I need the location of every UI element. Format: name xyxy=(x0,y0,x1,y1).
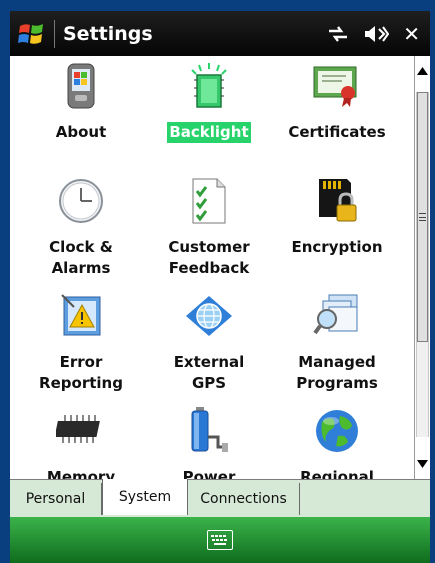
settings-item-label: Power xyxy=(182,468,236,479)
settings-item-label: Certificates xyxy=(288,123,386,141)
settings-item-external-gps[interactable]: External GPS xyxy=(146,288,272,403)
settings-item-label: External GPS xyxy=(173,353,245,392)
settings-item-error-reporting[interactable]: Error Reporting xyxy=(18,288,144,403)
volume-icon[interactable] xyxy=(363,19,390,49)
grip-icon xyxy=(419,213,426,221)
globe-icon xyxy=(311,405,363,457)
warning-icon xyxy=(55,290,107,342)
clock-icon xyxy=(55,175,107,227)
title-bar: Settings ✕ xyxy=(10,11,430,56)
tab-system[interactable]: System xyxy=(102,479,188,515)
settings-item-clock-alarms[interactable]: Clock & Alarms xyxy=(18,173,144,288)
settings-item-label: About xyxy=(55,123,107,141)
backlight-chip-icon xyxy=(183,60,235,112)
scrollbar-thumb[interactable] xyxy=(417,92,428,342)
managed-programs-icon xyxy=(311,290,363,342)
certificate-icon xyxy=(311,60,363,112)
settings-item-label: Clock & Alarms xyxy=(49,238,113,277)
sd-card-lock-icon xyxy=(311,175,363,227)
gps-globe-icon xyxy=(183,290,235,342)
settings-item-certificates[interactable]: Certificates xyxy=(274,58,400,173)
settings-item-regional-settings[interactable]: Regional Settings xyxy=(274,403,400,479)
settings-item-label: Managed Programs xyxy=(296,353,378,392)
tab-strip: Personal System Connections xyxy=(10,479,430,517)
settings-item-power[interactable]: Power xyxy=(146,403,272,479)
settings-item-label: Memory xyxy=(46,468,116,479)
tab-personal[interactable]: Personal xyxy=(10,483,102,515)
keyboard-icon[interactable] xyxy=(207,530,233,550)
settings-item-about[interactable]: About xyxy=(18,58,144,173)
scroll-up-arrow-icon[interactable] xyxy=(415,60,430,82)
close-icon[interactable]: ✕ xyxy=(403,19,420,49)
settings-item-encryption[interactable]: Encryption xyxy=(274,173,400,288)
tab-connections[interactable]: Connections xyxy=(188,483,300,515)
settings-item-managed-programs[interactable]: Managed Programs xyxy=(274,288,400,403)
scrollbar-track[interactable] xyxy=(416,92,429,437)
settings-item-customer-feedback[interactable]: Customer Feedback xyxy=(146,173,272,288)
title-separator xyxy=(54,19,55,48)
pda-icon xyxy=(55,60,107,112)
settings-grid: About Backlight Certificates Clock & Ala… xyxy=(10,56,414,479)
connectivity-icon[interactable] xyxy=(327,19,349,49)
settings-item-label: Error Reporting xyxy=(39,353,123,392)
settings-item-memory[interactable]: Memory xyxy=(18,403,144,479)
settings-item-label: Regional Settings xyxy=(300,468,374,479)
scroll-down-arrow-icon[interactable] xyxy=(415,453,430,475)
vertical-scrollbar[interactable] xyxy=(414,56,430,479)
settings-item-label: Customer Feedback xyxy=(168,238,250,277)
start-button[interactable] xyxy=(10,11,54,56)
settings-item-label: Backlight xyxy=(167,122,251,143)
windows-flag-icon xyxy=(18,23,43,44)
menu-bar xyxy=(10,517,430,563)
checklist-icon xyxy=(183,175,235,227)
settings-item-backlight[interactable]: Backlight xyxy=(146,58,272,173)
battery-icon xyxy=(183,405,235,457)
memory-chip-icon xyxy=(55,405,107,457)
settings-item-label: Encryption xyxy=(291,238,383,256)
page-title: Settings xyxy=(63,22,153,45)
settings-content: About Backlight Certificates Clock & Ala… xyxy=(10,56,414,479)
